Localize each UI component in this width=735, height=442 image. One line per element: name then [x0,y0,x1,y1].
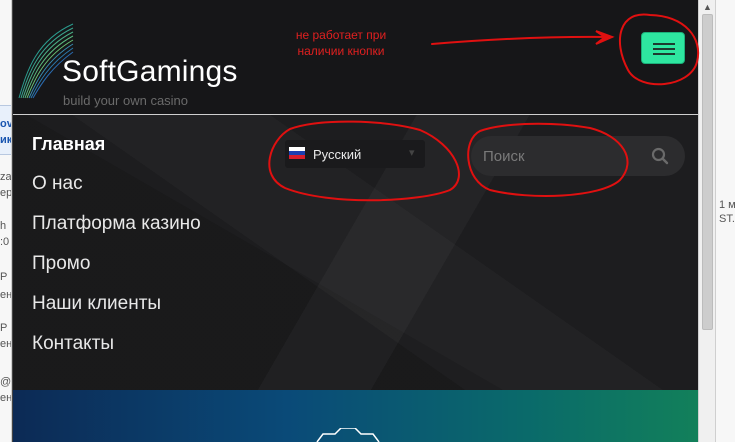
scrollbar-thumb[interactable] [702,14,713,330]
hamburger-icon-line [653,48,675,50]
browser-page: SoftGamings build your own casino не раб… [12,0,698,442]
russia-flag-icon [289,147,305,159]
brand-tagline: build your own casino [63,93,189,108]
hamburger-icon [653,43,675,45]
search-input[interactable] [483,144,643,168]
nav-item-platform[interactable]: Платформа казино [32,214,201,254]
background-window-right: 1 м ST. [715,0,735,442]
bg-fragment: P [0,322,8,334]
language-label: Русский [313,147,362,162]
bg-fragment: ер [0,187,12,199]
nav-item-about[interactable]: О нас [32,174,201,214]
vertical-scrollbar[interactable]: ▲ [698,0,715,442]
nav-item-clients[interactable]: Наши клиенты [32,294,201,334]
bg-fragment: ен [0,338,12,350]
bg-fragment: 1 м [719,199,735,211]
bg-fragment: ен [0,289,12,301]
chevron-down-icon: ▾ [409,147,415,159]
annotation-text: не работает при наличии кнопки [295,28,387,58]
bg-fragment: P [0,271,8,283]
scroll-up-arrow-icon[interactable]: ▲ [702,2,713,14]
nav-item-contacts[interactable]: Контакты [32,334,201,374]
site-header: SoftGamings build your own casino не раб… [13,0,698,115]
bg-fragment: ST. [719,213,735,225]
hamburger-icon-line [653,53,675,55]
bg-fragment: ov [0,118,12,130]
hero-banner [13,390,698,442]
bg-fragment: ику [0,134,12,146]
background-highlight [0,105,11,155]
bg-fragment: ен [0,392,12,404]
language-select[interactable]: Русский ▾ [285,140,425,168]
nav-item-home[interactable]: Главная [32,134,201,174]
banner-logo-icon [316,428,380,442]
background-window-left: ov ику zai ер h :0 P ен P ен @ ен [0,0,12,442]
search-box [471,136,685,176]
search-icon[interactable] [651,147,669,165]
main-nav: Главная О нас Платформа казино Промо Наш… [32,134,201,374]
brand-name[interactable]: SoftGamings [62,55,238,89]
bg-fragment: h [0,220,7,232]
bg-fragment: @ [0,376,12,388]
hamburger-menu-button[interactable] [641,32,685,64]
nav-item-promo[interactable]: Промо [32,254,201,294]
bg-fragment: :0 [0,236,10,248]
bg-fragment: zai [0,171,12,183]
